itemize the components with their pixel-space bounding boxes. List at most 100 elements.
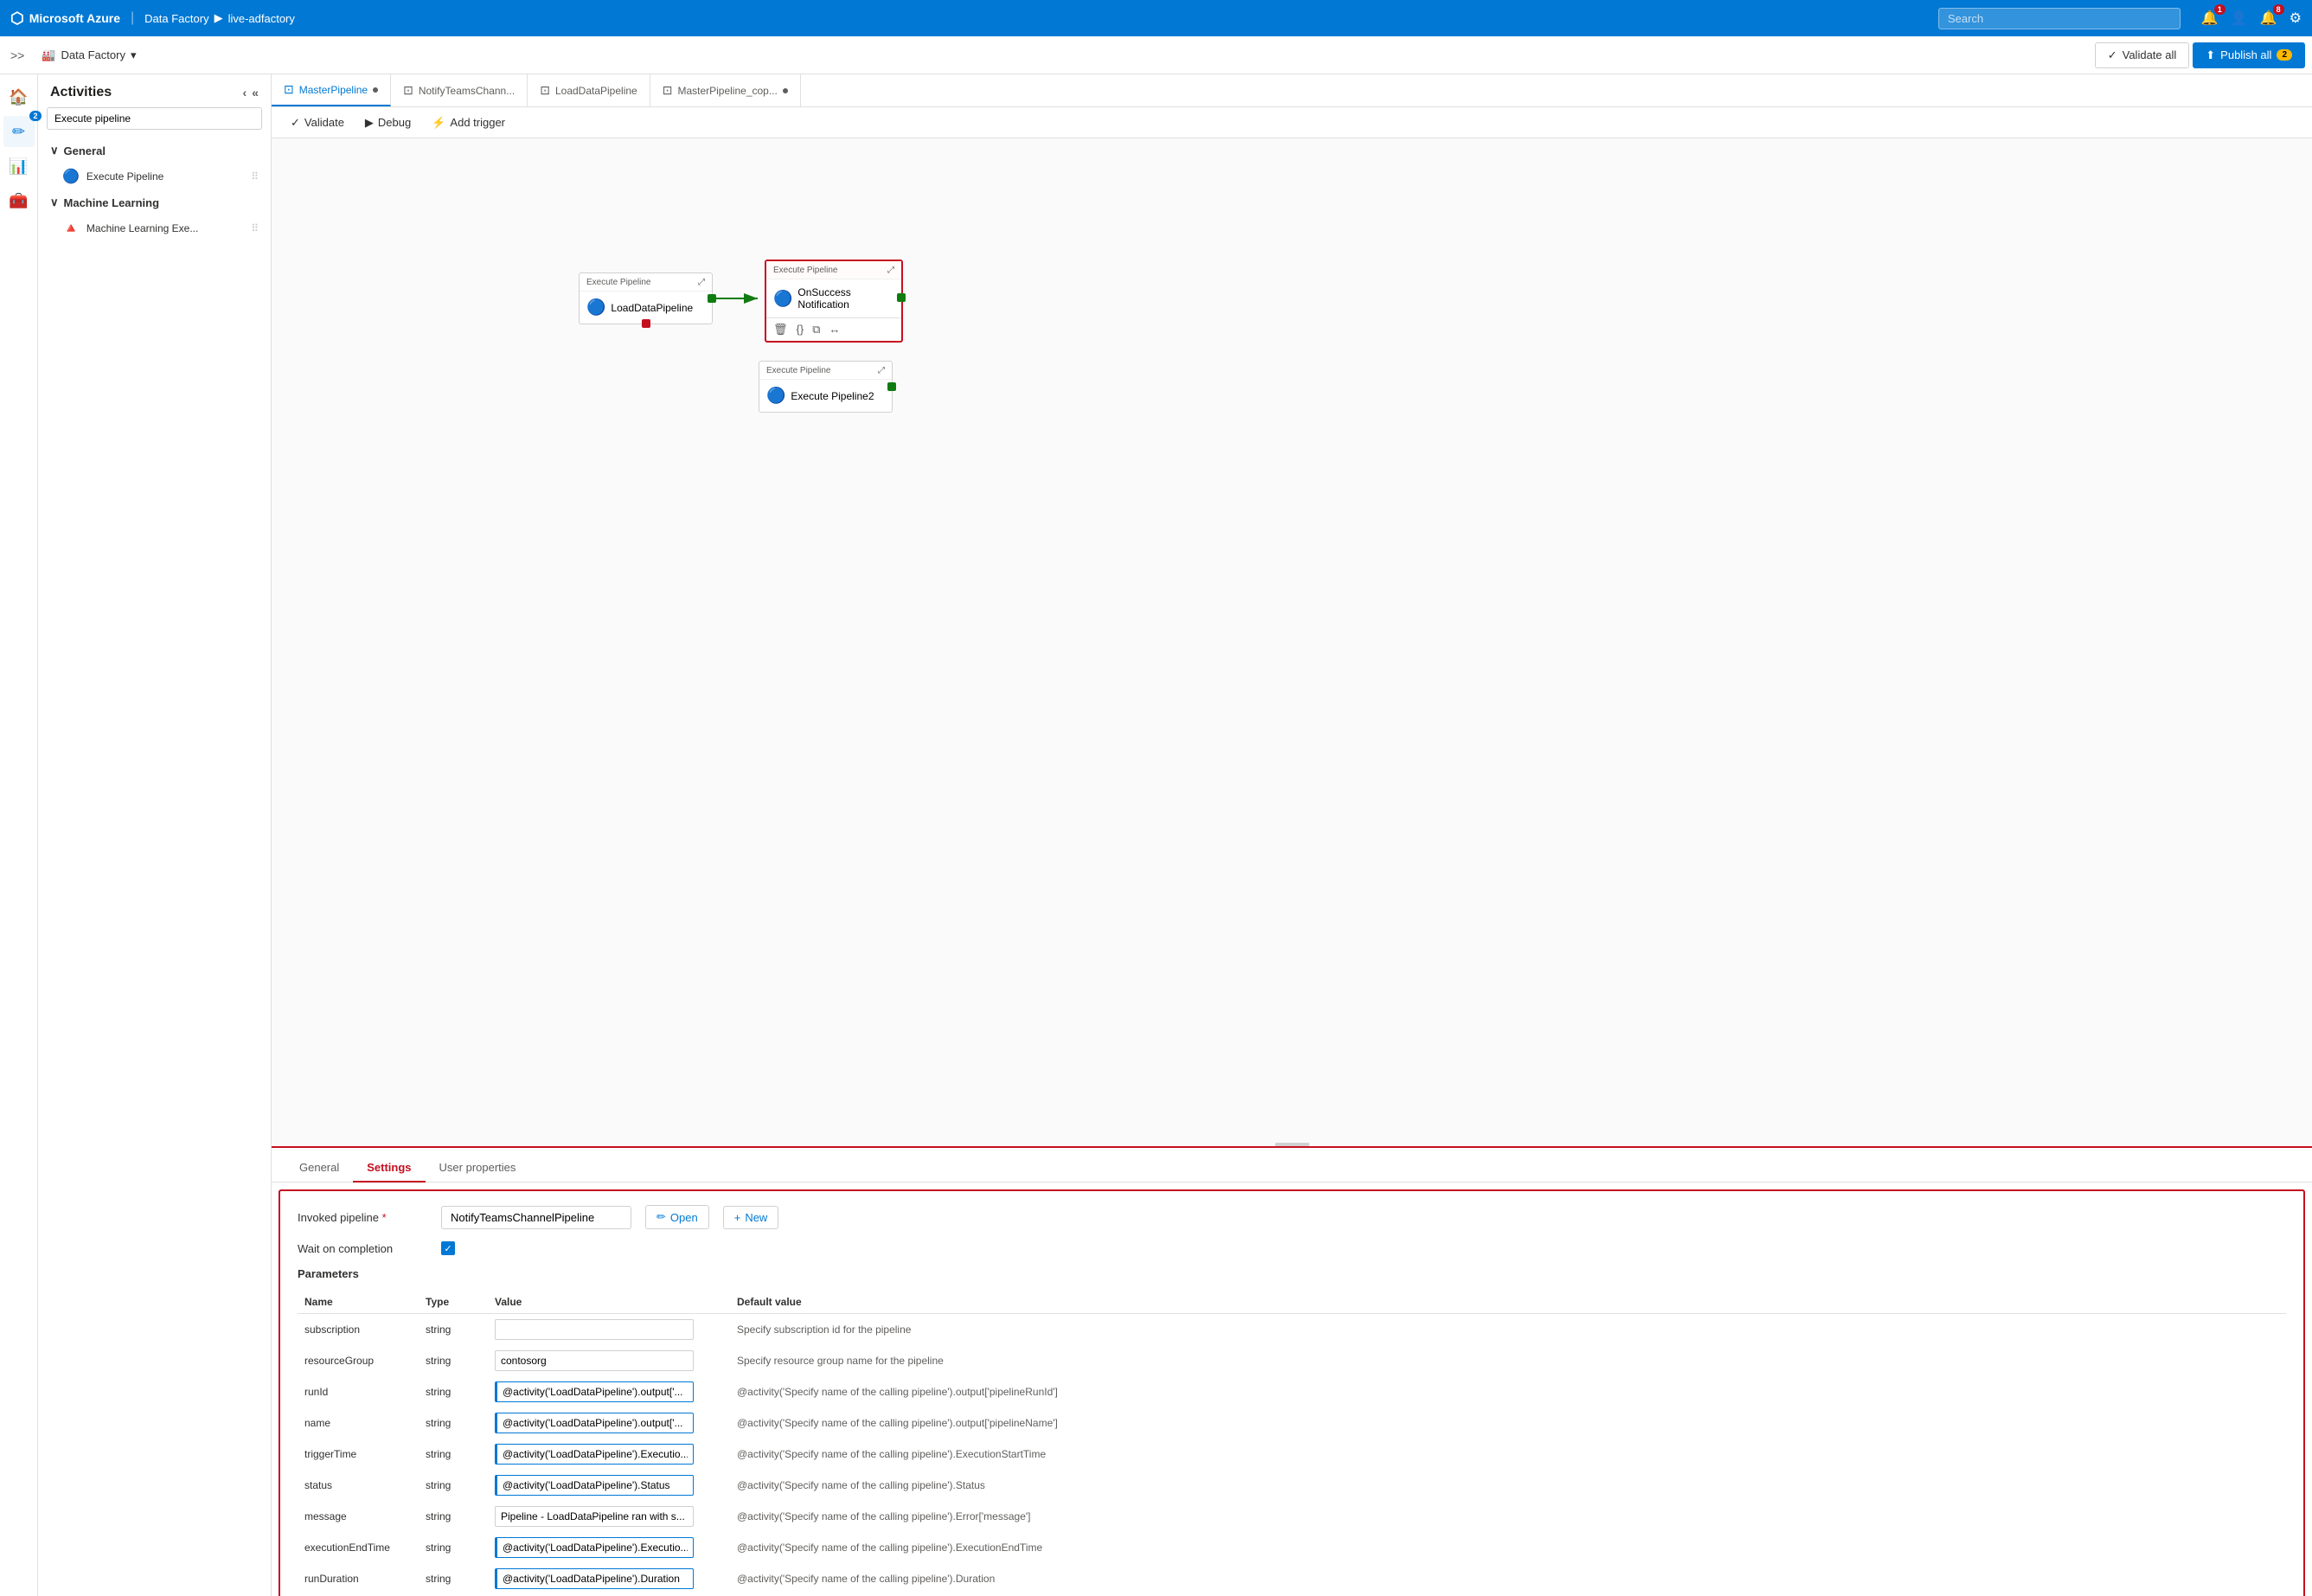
resize-handle[interactable] [1275, 1143, 1310, 1146]
chevron-down-icon: ∨ [50, 144, 59, 157]
tab-master-pipeline[interactable]: ⊡ MasterPipeline [272, 74, 391, 106]
node1-header-label: Execute Pipeline [586, 278, 651, 287]
factory-icon: 🏭 [42, 48, 55, 62]
wait-completion-row: Wait on completion ✓ [298, 1241, 2286, 1255]
alert-icon[interactable]: 🔔 8 [2260, 10, 2277, 27]
param-type-cell: string [419, 1345, 488, 1376]
canvas-area: ⊡ MasterPipeline ⊡ NotifyTeamsChann... ⊡… [272, 74, 2312, 1596]
bottom-panel: General Settings User properties Invoked… [272, 1146, 2312, 1596]
contacts-icon[interactable]: 👤 [2231, 10, 2248, 27]
node2-body-label: OnSuccessNotification [797, 286, 850, 311]
param-value-input[interactable] [495, 1381, 694, 1402]
param-value-input[interactable] [495, 1506, 694, 1527]
param-name-cell: message [298, 1501, 419, 1532]
tab-notify-teams[interactable]: ⊡ NotifyTeamsChann... [391, 74, 528, 106]
settings-icon[interactable]: ⚙ [2290, 10, 2302, 27]
group-ml-header[interactable]: ∨ Machine Learning [38, 190, 271, 215]
tab-icon4: ⊡ [663, 83, 673, 98]
debug-button[interactable]: ▶ Debug [356, 112, 419, 133]
node3-external-icon: ⤢ [878, 366, 885, 375]
tab-user-properties[interactable]: User properties [426, 1154, 530, 1183]
table-row: statusstring@activity('Specify name of t… [298, 1470, 2286, 1501]
validate-all-button[interactable]: ✓ Validate all [2095, 42, 2190, 68]
publish-icon: ⬆ [2206, 48, 2215, 62]
home-icon-btn[interactable]: 🏠 [3, 81, 35, 112]
new-button[interactable]: + New [723, 1206, 779, 1229]
node2-delete-icon[interactable]: 🗑 [773, 323, 788, 337]
param-name-cell: runId [298, 1376, 419, 1407]
node2-header-label: Execute Pipeline [773, 266, 838, 275]
trigger-button[interactable]: ⚡ Add trigger [423, 112, 514, 133]
activities-search-input[interactable] [47, 107, 262, 130]
param-default-cell: Specify resource group name for the pipe… [730, 1345, 2286, 1376]
validate-check-icon: ✓ [291, 116, 300, 130]
param-type-cell: string [419, 1407, 488, 1439]
wait-checkbox[interactable]: ✓ [441, 1241, 455, 1255]
open-button[interactable]: ✏ Open [645, 1205, 709, 1229]
node2-icon: 🔵 [773, 290, 792, 308]
param-value-input[interactable] [495, 1568, 694, 1589]
validate-icon: ✓ [2108, 48, 2117, 62]
node2-link-icon[interactable]: ↔ [829, 323, 841, 337]
param-value-input[interactable] [495, 1444, 694, 1465]
collapse2-icon[interactable]: « [252, 86, 259, 99]
breadcrumb: Data Factory ▶ live-adfactory [144, 11, 295, 25]
param-value-input[interactable] [495, 1350, 694, 1371]
tab-general[interactable]: General [285, 1154, 353, 1183]
node2-code-icon[interactable]: {} [797, 323, 804, 337]
param-name-cell: runDuration [298, 1563, 419, 1594]
parameters-table: Name Type Value Default value subscripti… [298, 1291, 2286, 1596]
param-value-input[interactable] [495, 1413, 694, 1433]
tab-label4: MasterPipeline_cop... [677, 85, 777, 97]
expand-button[interactable]: >> [7, 45, 28, 66]
activity-ml-execute[interactable]: 🔺 Machine Learning Exe... ⠿ [38, 215, 271, 242]
separator: | [131, 10, 134, 26]
param-type-cell: string [419, 1470, 488, 1501]
search-input[interactable] [1938, 8, 2181, 29]
pencil-open-icon: ✏ [656, 1210, 666, 1224]
node3-icon: 🔵 [766, 387, 785, 405]
pipeline-node-1[interactable]: Execute Pipeline ⤢ 🔵 LoadDataPipeline [579, 272, 713, 324]
node2-copy-icon[interactable]: ⧉ [812, 323, 820, 337]
monitor-icon-btn[interactable]: 📊 [3, 151, 35, 182]
param-name-cell: name [298, 1407, 419, 1439]
activity-execute-pipeline[interactable]: 🔵 Execute Pipeline ⠿ [38, 163, 271, 190]
toolbox-icon-btn[interactable]: 🧰 [3, 185, 35, 216]
data-factory-tab[interactable]: 🏭 Data Factory ▾ [31, 43, 146, 67]
node3-header-label: Execute Pipeline [766, 366, 831, 375]
node2-external-icon: ⤢ [887, 266, 894, 275]
notification-icon[interactable]: 🔔 1 [2201, 10, 2219, 27]
tab-load-data[interactable]: ⊡ LoadDataPipeline [528, 74, 650, 106]
param-value-input[interactable] [495, 1537, 694, 1558]
plus-icon: + [734, 1211, 741, 1224]
table-row: namestring @activity('Specify name of the… [298, 1407, 2286, 1439]
tab-settings[interactable]: Settings [353, 1154, 425, 1183]
param-type-cell: string [419, 1376, 488, 1407]
group-general-header[interactable]: ∨ General [38, 138, 271, 163]
validate-button[interactable]: ✓ Validate [282, 112, 353, 133]
second-bar: >> 🏭 Data Factory ▾ ✓ Validate all ⬆ Pub… [0, 36, 2312, 74]
activity-group-general: ∨ General 🔵 Execute Pipeline ⠿ [38, 138, 271, 190]
col-header-default: Default value [730, 1291, 2286, 1314]
sidebar-icons: 🏠 ✏ 2 📊 🧰 [0, 74, 38, 1596]
top-bar: ⬡ Microsoft Azure | Data Factory ▶ live-… [0, 0, 2312, 36]
pipeline-node-2[interactable]: Execute Pipeline ⤢ 🔵 OnSuccessNotificati… [765, 260, 903, 343]
invoked-pipeline-select[interactable]: NotifyTeamsChannelPipeline [441, 1206, 631, 1229]
activities-panel: Activities ‹ « ∨ General 🔵 Execute Pipel… [38, 74, 272, 1596]
collapse-icon[interactable]: ‹ [243, 86, 247, 99]
param-type-cell: string [419, 1314, 488, 1346]
pencil-icon-btn[interactable]: ✏ 2 [3, 116, 35, 147]
publish-badge: 2 [2277, 49, 2292, 61]
table-row: triggerTimestring@activity('Specify name… [298, 1439, 2286, 1470]
table-row: subscriptionstringSpecify subscription i… [298, 1314, 2286, 1346]
param-default-cell: @activity('Specify name of the calling p… [730, 1407, 2286, 1439]
main-layout: 🏠 ✏ 2 📊 🧰 Activities ‹ « ∨ General 🔵 Exe… [0, 74, 2312, 1596]
param-value-input[interactable] [495, 1319, 694, 1340]
publish-all-button[interactable]: ⬆ Publish all 2 [2193, 42, 2305, 68]
param-value-input[interactable] [495, 1475, 694, 1496]
table-row: resourceGroupstringSpecify resource grou… [298, 1345, 2286, 1376]
tab-master-copy[interactable]: ⊡ MasterPipeline_cop... [650, 74, 801, 106]
param-name-cell: triggerTime [298, 1439, 419, 1470]
col-header-value: Value [488, 1291, 730, 1314]
pipeline-node-3[interactable]: Execute Pipeline ⤢ 🔵 Execute Pipeline2 [759, 361, 893, 413]
